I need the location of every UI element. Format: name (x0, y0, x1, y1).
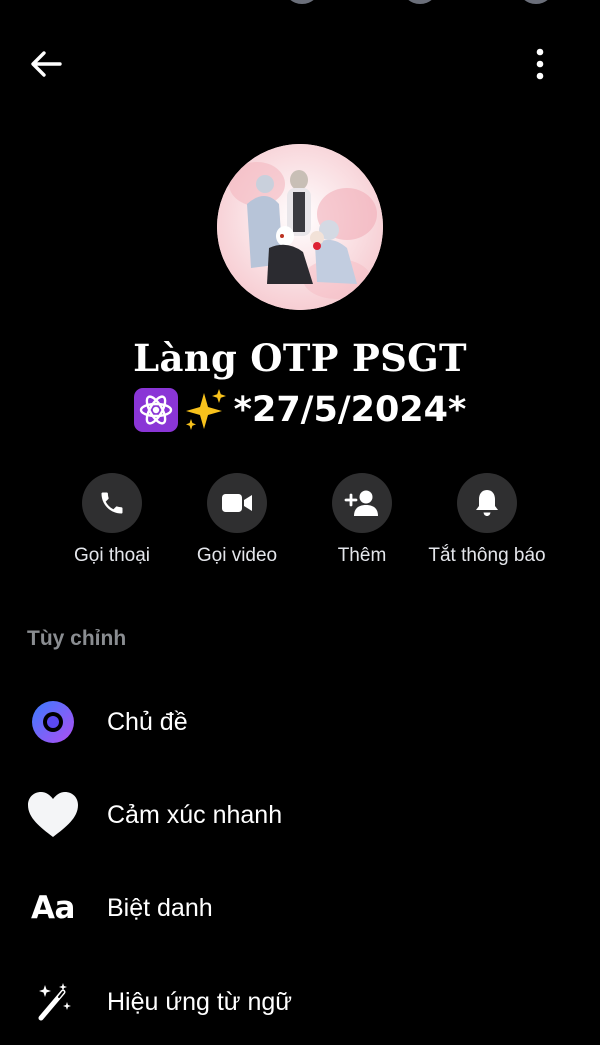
group-avatar[interactable] (217, 144, 383, 310)
mute-notifications-label: Tắt thông báo (428, 545, 546, 566)
group-name: Làng OTP PSGT (133, 336, 467, 380)
group-date: *27/5/2024* (233, 390, 467, 430)
voice-call-button[interactable]: Gọi thoại (47, 473, 177, 567)
mute-notifications-circle[interactable] (457, 473, 517, 533)
add-person-icon (344, 490, 378, 516)
sparkles-emoji (182, 387, 228, 433)
add-member-button[interactable]: Thêm (297, 473, 427, 567)
menu-item-label: Chủ đề (107, 707, 188, 736)
atom-symbol-emoji (133, 388, 178, 432)
video-call-circle[interactable] (207, 473, 267, 533)
menu-item-label: Biệt danh (107, 893, 213, 922)
partial-avatar (518, 0, 554, 4)
voice-call-label: Gọi thoại (73, 545, 151, 566)
aa-text-icon: Aa (24, 879, 82, 937)
more-options-button[interactable] (522, 44, 558, 84)
menu-item-nicknames[interactable]: Aa Biệt danh (0, 870, 600, 946)
partial-avatar (284, 0, 320, 4)
theme-circle-icon (24, 693, 82, 751)
video-camera-icon (222, 494, 252, 512)
back-button[interactable] (24, 44, 68, 84)
group-photo (217, 144, 383, 310)
mute-notifications-button[interactable]: Tắt thông báo (422, 473, 552, 567)
group-subtitle: *27/5/2024* (0, 386, 600, 434)
add-member-label: Thêm (337, 545, 387, 566)
white-heart-icon (24, 786, 82, 844)
menu-item-theme[interactable]: Chủ đề (0, 684, 600, 760)
vertical-dots-icon (536, 48, 544, 80)
phone-icon (101, 492, 123, 514)
magic-wand-icon (24, 973, 82, 1031)
group-info-screen: Làng OTP PSGT *27/5/2024* Gọi thoại Gọi … (0, 0, 600, 1045)
menu-item-quick-reaction[interactable]: Cảm xúc nhanh (0, 777, 600, 853)
menu-item-label: Hiệu ứng từ ngữ (107, 987, 293, 1016)
video-call-button[interactable]: Gọi video (172, 473, 302, 567)
menu-item-label: Cảm xúc nhanh (107, 800, 283, 829)
video-call-label: Gọi video (196, 545, 278, 566)
customize-section-title: Tùy chỉnh (27, 627, 127, 650)
voice-call-circle[interactable] (82, 473, 142, 533)
arrow-left-icon (31, 51, 62, 77)
aa-text: Aa (31, 890, 75, 926)
bell-icon (476, 490, 498, 516)
add-member-circle[interactable] (332, 473, 392, 533)
menu-item-word-effects[interactable]: Hiệu ứng từ ngữ (0, 964, 600, 1040)
top-partial-avatars (0, 0, 600, 6)
partial-avatar (402, 0, 438, 4)
quick-actions: Gọi thoại Gọi video Thêm Tắt thông báo (0, 473, 600, 573)
